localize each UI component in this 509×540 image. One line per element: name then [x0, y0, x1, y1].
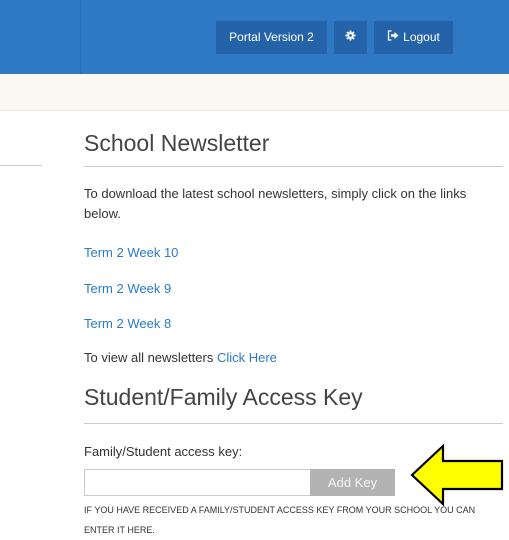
newsletter-heading: School Newsletter — [84, 130, 270, 156]
portal-version-button[interactable]: Portal Version 2 — [216, 21, 327, 54]
sidebar-divider — [0, 165, 42, 166]
access-key-label: Family/Student access key: — [84, 444, 243, 459]
settings-button[interactable] — [334, 21, 367, 54]
add-key-button[interactable]: Add Key — [310, 469, 395, 496]
access-key-heading: Student/Family Access Key — [84, 384, 363, 410]
nav-divider — [80, 0, 81, 74]
logout-label: Logout — [403, 30, 440, 44]
top-nav-bar: Portal Version 2 Logout — [0, 0, 509, 74]
newsletter-link-term2-week10[interactable]: Term 2 Week 10 — [84, 245, 178, 260]
gear-icon — [345, 21, 356, 54]
newsletter-link-term2-week9[interactable]: Term 2 Week 9 — [84, 281, 171, 296]
portal-version-label: Portal Version 2 — [229, 30, 314, 44]
sub-header-bar — [0, 74, 509, 111]
sign-out-icon — [387, 21, 399, 54]
access-key-input[interactable] — [84, 469, 310, 496]
yellow-arrow-icon — [410, 443, 504, 507]
access-key-heading-rule — [84, 423, 503, 424]
newsletter-link-term2-week8[interactable]: Term 2 Week 8 — [84, 316, 171, 331]
logout-button[interactable]: Logout — [374, 21, 453, 54]
newsletter-intro: To download the latest school newsletter… — [84, 186, 467, 221]
view-all-link[interactable]: Click Here — [217, 350, 277, 365]
view-all-newsletters: To view all newsletters Click Here — [84, 350, 277, 365]
newsletter-heading-rule — [84, 166, 503, 167]
view-all-text: To view all newsletters — [84, 350, 214, 365]
